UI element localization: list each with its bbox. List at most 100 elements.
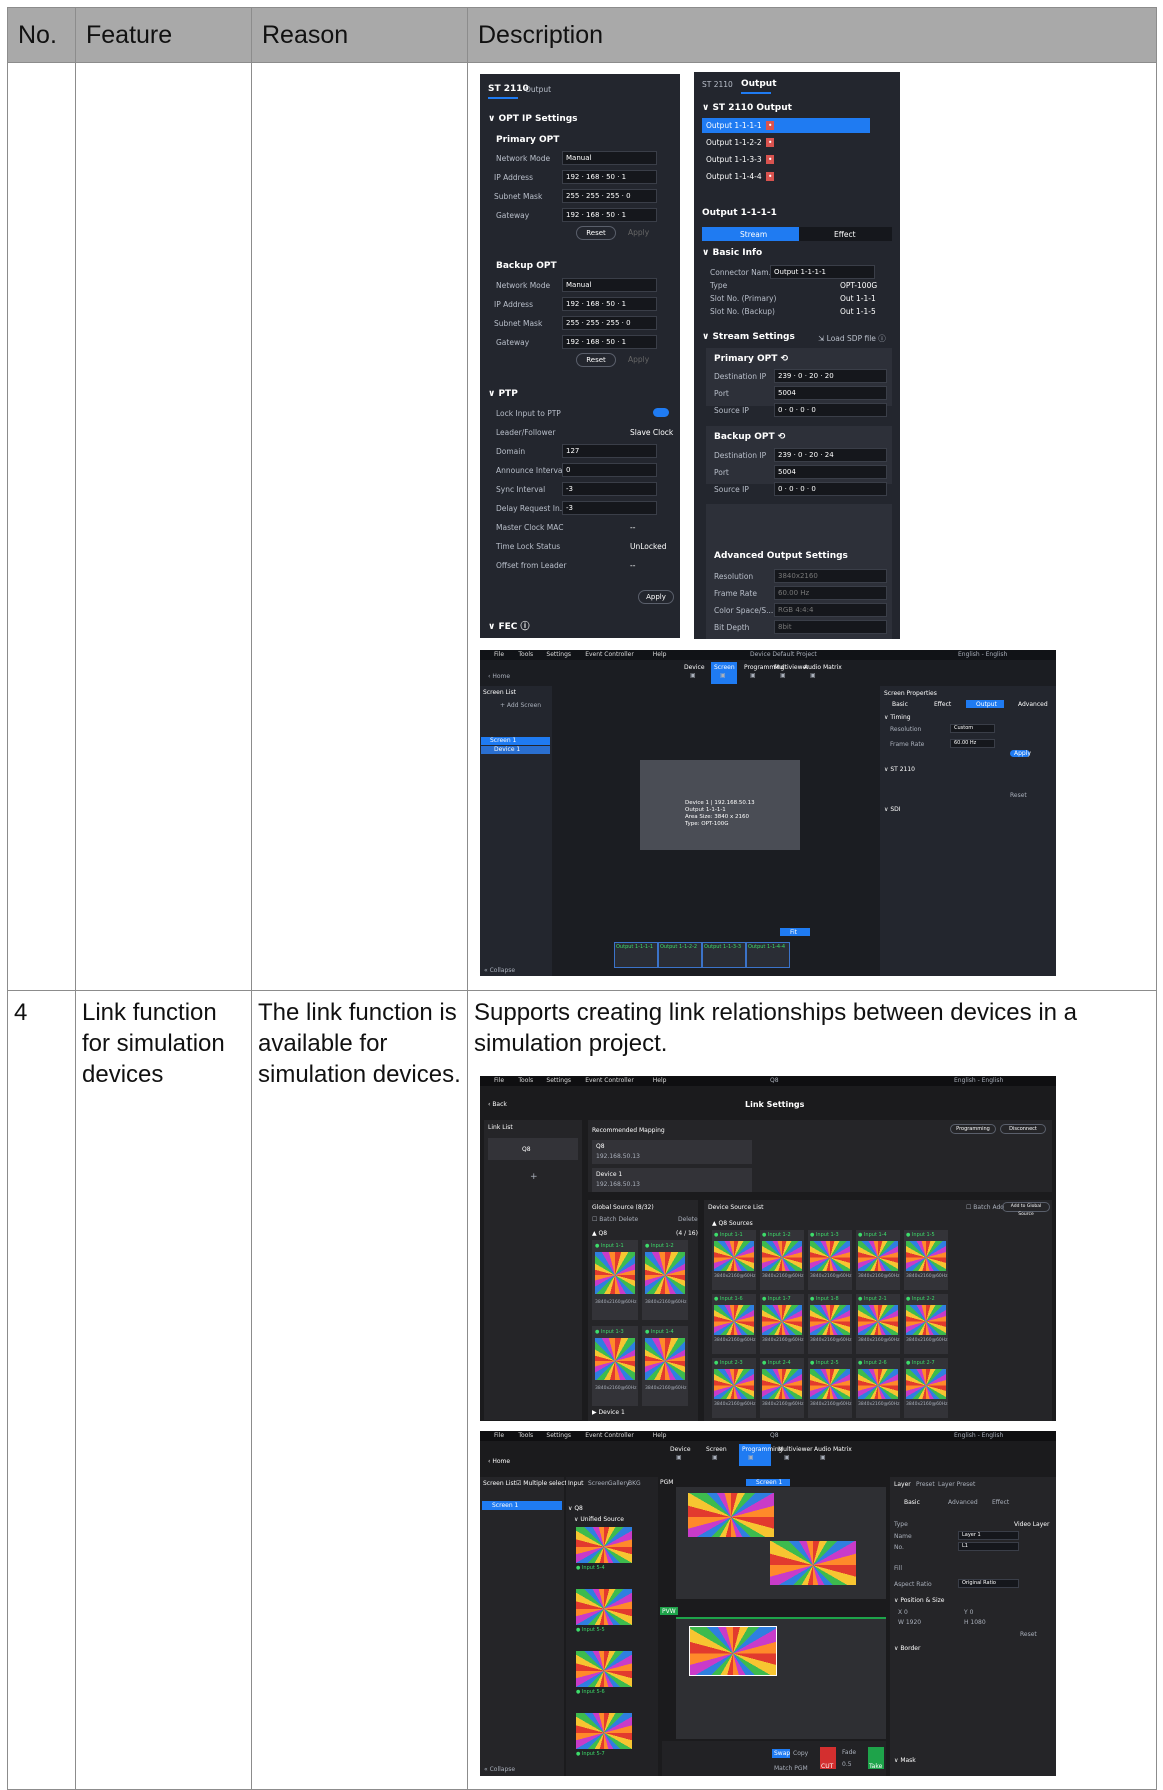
menu-item[interactable]: Tools <box>518 651 533 658</box>
screen-item[interactable]: Screen 1 <box>492 1502 518 1509</box>
mode-tab[interactable]: Device <box>684 664 705 671</box>
screen-item[interactable]: Screen 1 <box>490 737 516 744</box>
menu-item[interactable]: Tools <box>518 1432 533 1439</box>
group-q8[interactable]: ∨ Q8 <box>568 1505 583 1512</box>
ip-address-input[interactable]: 192 · 168 · 50 · 1 <box>562 297 657 311</box>
mode-tab[interactable]: Audio Matrix <box>814 1446 852 1453</box>
reset-button[interactable]: Reset <box>576 226 616 240</box>
fade-select[interactable]: Fade <box>842 1749 856 1756</box>
mode-tab[interactable]: Programming <box>742 1446 782 1453</box>
load-sdp-button[interactable]: ⇲ Load SDP file ⓘ <box>818 333 886 344</box>
pgm-layer-1[interactable] <box>688 1493 774 1537</box>
multiple-select-checkbox[interactable]: ☑ Multiple select <box>516 1480 567 1487</box>
output-item[interactable]: Output 1-1-2-2 <box>706 138 762 147</box>
menu-item[interactable]: Event Controller <box>585 1432 634 1439</box>
pvw-layer[interactable] <box>689 1626 777 1676</box>
source-thumbnail[interactable] <box>576 1527 632 1563</box>
resolution-select[interactable]: Custom <box>950 724 995 733</box>
aspect-ratio-select[interactable]: Original Ratio <box>958 1579 1019 1588</box>
language-select[interactable]: English - English <box>954 1077 1003 1084</box>
source-thumbnail[interactable] <box>576 1651 632 1687</box>
add-link-button[interactable]: + <box>530 1172 538 1182</box>
tab-st2110[interactable]: ST 2110 <box>488 84 529 94</box>
prop-tab[interactable]: Advanced <box>1018 701 1048 708</box>
link-item[interactable] <box>488 1138 578 1160</box>
output-item[interactable]: Output 1-1-1-1 <box>706 121 762 130</box>
collapse-button[interactable]: « Collapse <box>484 967 515 974</box>
ptp-apply-button[interactable]: Apply <box>638 590 674 604</box>
ptp-row-input[interactable]: 0 <box>562 463 657 477</box>
disconnect-button[interactable]: Disconnect <box>1000 1124 1046 1134</box>
h-input[interactable]: H 1080 <box>964 1619 986 1626</box>
tab-st2110[interactable]: ST 2110 <box>702 80 733 89</box>
subnet-mask-input[interactable]: 255 · 255 · 255 · 0 <box>562 189 657 203</box>
destination-ip-input[interactable]: 239 · 0 · 20 · 20 <box>774 369 887 383</box>
device-item[interactable]: Device 1 <box>494 746 520 753</box>
gateway-input[interactable]: 192 · 168 · 50 · 1 <box>562 208 657 222</box>
menu-item[interactable]: Event Controller <box>585 1077 634 1084</box>
port-input[interactable]: 5004 <box>774 386 887 400</box>
advanced-select[interactable]: 8bit <box>774 620 887 634</box>
menu-item[interactable]: Help <box>653 1432 667 1439</box>
apply-button[interactable]: Apply <box>1014 750 1031 757</box>
lock-ptp-toggle[interactable] <box>653 408 669 417</box>
layer-tab[interactable]: Preset <box>916 1481 935 1488</box>
advanced-select[interactable]: 60.00 Hz <box>774 586 887 600</box>
match-pgm-button[interactable]: Match PGM <box>774 1765 808 1772</box>
layer-sub-tab[interactable]: Effect <box>992 1499 1009 1506</box>
pgm-layer-2[interactable] <box>770 1541 856 1585</box>
ptp-row-input[interactable]: 127 <box>562 444 657 458</box>
unified-source-group[interactable]: ∨ Unified Source <box>574 1516 624 1523</box>
advanced-select[interactable]: RGB 4:4:4 <box>774 603 887 617</box>
source-ip-input[interactable]: 0 · 0 · 0 · 0 <box>774 482 887 496</box>
source-ip-input[interactable]: 0 · 0 · 0 · 0 <box>774 403 887 417</box>
layer-tab[interactable]: Layer Preset <box>938 1481 975 1488</box>
source-tab[interactable]: Screen <box>588 1480 609 1487</box>
programming-button[interactable]: Programming <box>950 1124 996 1134</box>
menu-item[interactable]: Event Controller <box>585 651 634 658</box>
fade-duration[interactable]: 0.5 <box>842 1761 852 1768</box>
copy-button[interactable]: Copy <box>793 1750 808 1757</box>
menu-item[interactable]: Help <box>653 651 667 658</box>
add-to-global-button[interactable]: Add to Global Source <box>1002 1202 1050 1217</box>
mode-tab[interactable]: Device <box>670 1446 691 1453</box>
reset-button[interactable]: Reset <box>1020 1631 1037 1638</box>
menu-item[interactable]: Settings <box>546 1432 571 1439</box>
menu-item[interactable]: Tools <box>518 1077 533 1084</box>
home-button[interactable]: ‹ Home <box>488 673 510 680</box>
menu-item[interactable]: Help <box>653 1077 667 1084</box>
frame-rate-select[interactable]: 60.00 Hz <box>950 739 995 748</box>
tab-output[interactable]: Output <box>741 79 777 89</box>
w-input[interactable]: W 1920 <box>898 1619 921 1626</box>
layer-sub-tab[interactable]: Basic <box>904 1499 920 1506</box>
reset-button[interactable]: Reset <box>576 353 616 367</box>
batch-delete-checkbox[interactable]: ☐ Batch Delete <box>592 1216 638 1223</box>
take-button[interactable]: Take <box>869 1763 882 1770</box>
collapse-button[interactable]: « Collapse <box>484 1766 515 1773</box>
menu-item[interactable]: Settings <box>546 1077 571 1084</box>
gateway-input[interactable]: 192 · 168 · 50 · 1 <box>562 335 657 349</box>
menu-item[interactable]: File <box>494 651 504 658</box>
ptp-row-input[interactable]: -3 <box>562 501 657 515</box>
group-q8[interactable]: ▲ Q8 <box>592 1230 607 1237</box>
source-tab[interactable]: Gallery <box>608 1480 629 1487</box>
mode-tab[interactable]: Audio Matrix <box>804 664 842 671</box>
swap-button[interactable]: Swap <box>774 1750 790 1757</box>
x-input[interactable]: X 0 <box>898 1609 908 1616</box>
source-thumbnail[interactable] <box>576 1589 632 1625</box>
layer-sub-tab[interactable]: Advanced <box>948 1499 978 1506</box>
output-item[interactable]: Output 1-1-4-4 <box>706 172 762 181</box>
layer-tab[interactable]: Layer <box>894 1481 911 1488</box>
cut-button[interactable]: CUT <box>821 1763 833 1770</box>
q8-sources-group[interactable]: ▲ Q8 Sources <box>712 1220 753 1227</box>
prop-tab[interactable]: Basic <box>892 701 908 708</box>
prop-tab[interactable]: Effect <box>934 701 951 708</box>
advanced-select[interactable]: 3840x2160 <box>774 569 887 583</box>
language-select[interactable]: English - English <box>954 1432 1003 1439</box>
y-input[interactable]: Y 0 <box>964 1609 973 1616</box>
menu-item[interactable]: File <box>494 1077 504 1084</box>
menu-item[interactable]: Settings <box>546 651 571 658</box>
tab-stream[interactable]: Stream <box>740 230 767 239</box>
destination-ip-input[interactable]: 239 · 0 · 20 · 24 <box>774 448 887 462</box>
tab-output[interactable]: Output <box>525 85 551 94</box>
